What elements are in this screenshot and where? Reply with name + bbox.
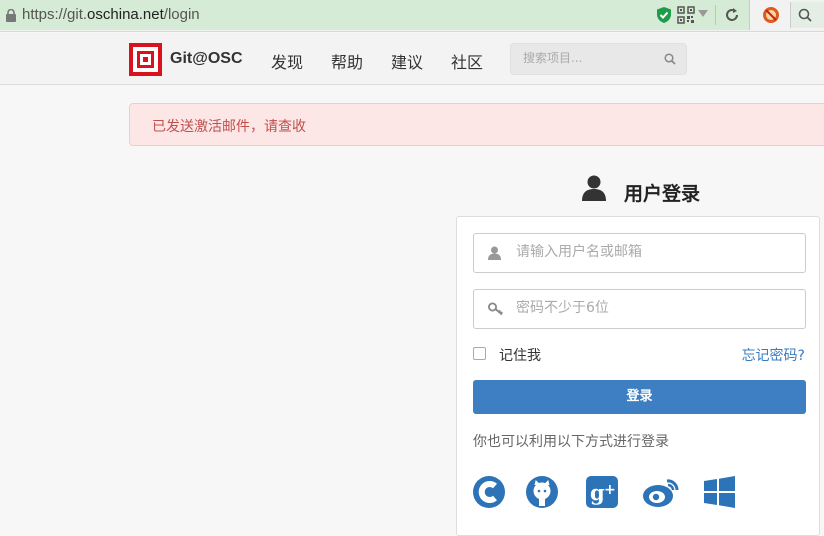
- alert-message: 已发送激活邮件，请查收: [152, 119, 306, 135]
- username-field: [473, 233, 806, 273]
- git-osc-logo-icon[interactable]: [129, 43, 162, 76]
- site-header: Git@OSC 发现 帮助 建议 社区: [0, 33, 824, 85]
- toolbar-divider: [715, 5, 716, 25]
- weibo-icon[interactable]: [641, 475, 681, 509]
- user-icon: [488, 246, 501, 260]
- login-panel: 记住我 忘记密码? 登录 你也可以利用以下方式进行登录 g +: [456, 216, 820, 536]
- dropdown-arrow-icon[interactable]: [698, 10, 708, 18]
- password-input[interactable]: [516, 300, 796, 316]
- forgot-password-link[interactable]: 忘记密码?: [742, 345, 805, 365]
- key-icon: [488, 302, 503, 316]
- username-input[interactable]: [516, 244, 796, 260]
- github-icon[interactable]: [525, 475, 559, 509]
- project-search: [510, 43, 687, 75]
- svg-text:g: g: [590, 480, 605, 505]
- user-icon: [582, 175, 606, 201]
- url-text: https://git.oschina.net/login: [22, 6, 200, 23]
- password-field: [473, 289, 806, 329]
- search-box[interactable]: [790, 2, 824, 28]
- login-button[interactable]: 登录: [473, 380, 806, 414]
- google-plus-icon[interactable]: g +: [585, 475, 619, 509]
- browser-toolbar: https://git.oschina.net/login: [0, 0, 824, 32]
- project-search-input[interactable]: [523, 51, 663, 65]
- svg-text:+: +: [604, 482, 616, 498]
- adblock-icon[interactable]: [762, 6, 780, 24]
- nav-item-suggest[interactable]: 建议: [391, 49, 423, 73]
- search-icon: [798, 8, 812, 22]
- nav-item-community[interactable]: 社区: [451, 49, 483, 73]
- qr-code-icon[interactable]: [677, 6, 695, 24]
- reload-icon[interactable]: [723, 6, 741, 24]
- activation-alert: 已发送激活邮件，请查收: [129, 103, 824, 146]
- login-title: 用户登录: [624, 183, 701, 205]
- remember-label[interactable]: 记住我: [499, 345, 541, 365]
- address-bar[interactable]: https://git.oschina.net/login: [0, 0, 750, 30]
- csdn-icon[interactable]: [472, 475, 506, 509]
- windows-icon[interactable]: [702, 475, 736, 509]
- brand-name[interactable]: Git@OSC: [170, 50, 243, 68]
- lock-icon: [6, 9, 16, 22]
- nav-item-discover[interactable]: 发现: [271, 49, 303, 73]
- alt-login-text: 你也可以利用以下方式进行登录: [473, 434, 669, 450]
- shield-check-icon[interactable]: [655, 6, 673, 24]
- nav-item-help[interactable]: 帮助: [331, 49, 363, 73]
- remember-checkbox[interactable]: [473, 347, 486, 360]
- search-icon[interactable]: [664, 53, 676, 65]
